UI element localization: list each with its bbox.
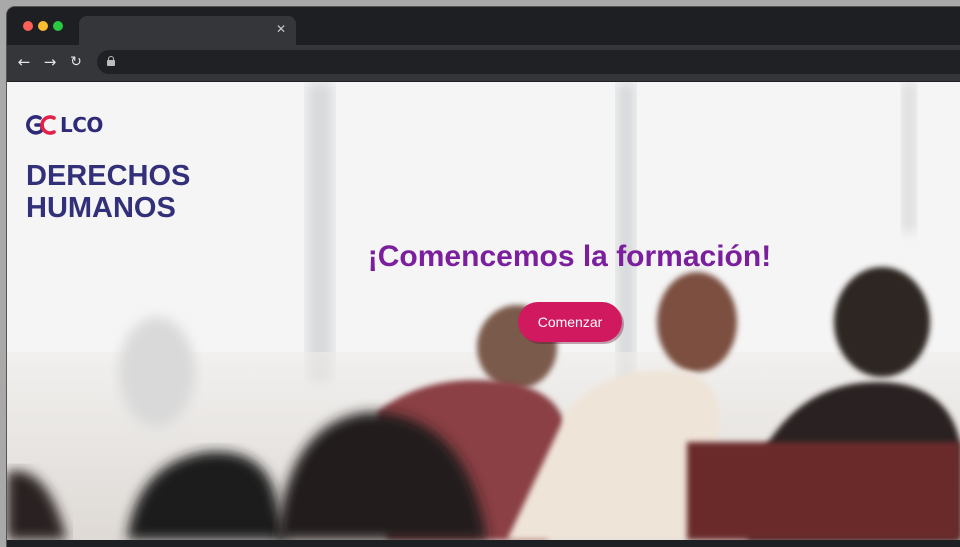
forward-arrow-icon[interactable]: → (41, 53, 59, 71)
start-button[interactable]: Comenzar (518, 302, 622, 342)
tab-bar: ✕ (7, 7, 960, 45)
address-bar[interactable] (97, 50, 960, 74)
back-arrow-icon[interactable]: ← (15, 53, 33, 71)
browser-window: ✕ ← → ↻ LCO DERECHOS HUMANOS ¡Comencemos… (7, 7, 960, 547)
page-title-line-1: DERECHOS (26, 160, 191, 192)
tab-close-icon[interactable]: ✕ (274, 22, 288, 36)
close-window-button[interactable] (23, 21, 33, 31)
background-photo (7, 82, 960, 540)
page-content: LCO DERECHOS HUMANOS ¡Comencemos la form… (7, 82, 960, 540)
welcome-heading: ¡Comencemos la formación! (367, 240, 772, 273)
reload-icon[interactable]: ↻ (67, 53, 85, 71)
page-title: DERECHOS HUMANOS (26, 160, 286, 224)
browser-toolbar: ← → ↻ (7, 45, 960, 82)
maximize-window-button[interactable] (53, 21, 63, 31)
browser-tab[interactable]: ✕ (79, 16, 296, 45)
minimize-window-button[interactable] (38, 21, 48, 31)
company-logo: LCO (26, 113, 103, 137)
page-title-line-2: HUMANOS (26, 192, 176, 224)
logo-mark-icon (26, 115, 56, 135)
logo-text: LCO (60, 113, 103, 137)
lock-icon (107, 56, 115, 66)
